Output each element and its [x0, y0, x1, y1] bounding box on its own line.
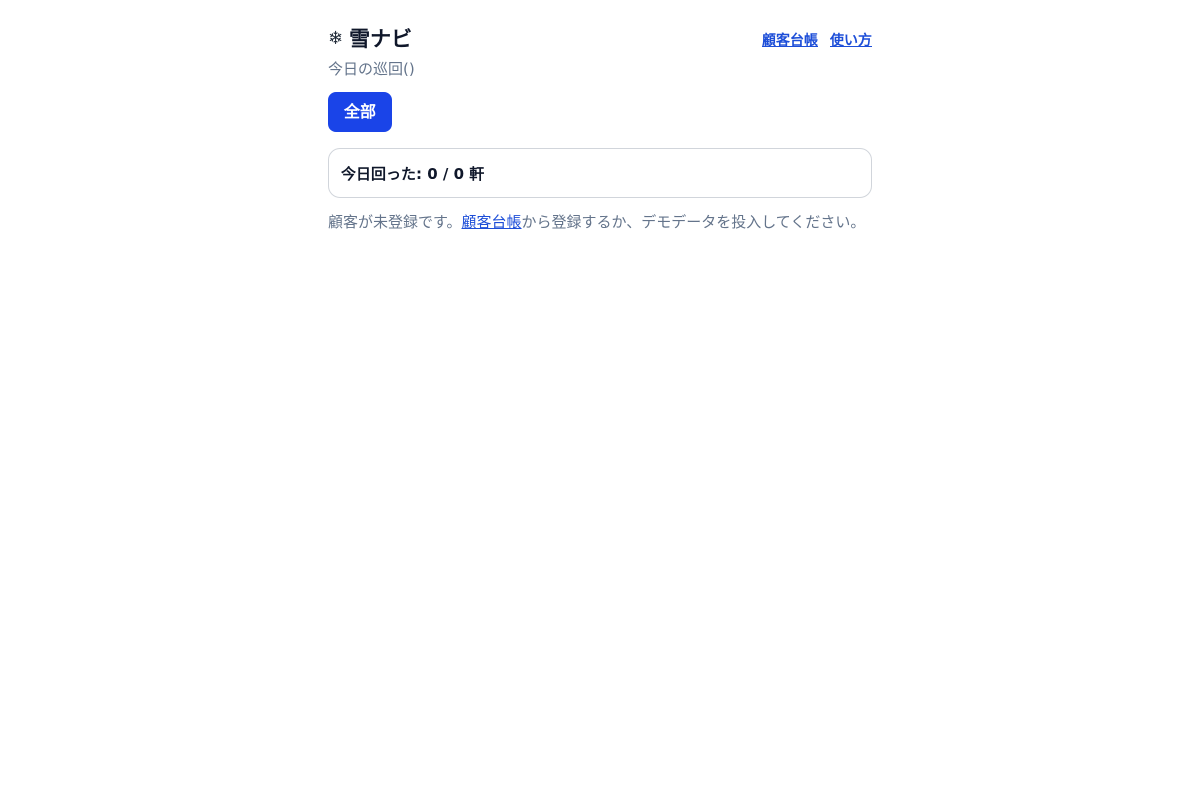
- page-subtitle: 今日の巡回(): [328, 60, 415, 78]
- brand: ❄ 雪ナビ: [328, 26, 412, 52]
- app-container: ❄ 雪ナビ 顧客台帳 使い方 今日の巡回() 全部 今日回った: 0 / 0 軒…: [328, 0, 872, 234]
- snowflake-icon: ❄: [328, 28, 344, 49]
- empty-message: 顧客が未登録です。顧客台帳から登録するか、デモデータを投入してください。: [328, 210, 872, 234]
- nav-link-customer-ledger[interactable]: 顧客台帳: [762, 30, 818, 50]
- empty-message-before: 顧客が未登録です。: [328, 213, 462, 231]
- filter-all-button[interactable]: 全部: [328, 92, 393, 132]
- progress-card: 今日回った: 0 / 0 軒: [328, 148, 872, 198]
- app-header: ❄ 雪ナビ 顧客台帳 使い方: [328, 0, 872, 56]
- customer-ledger-link[interactable]: 顧客台帳: [462, 213, 522, 231]
- empty-message-after: から登録するか、デモデータを投入してください。: [521, 213, 866, 231]
- progress-text: 今日回った: 0 / 0 軒: [341, 164, 485, 183]
- top-nav: 顧客台帳 使い方: [762, 26, 872, 50]
- nav-link-how-to-use[interactable]: 使い方: [830, 30, 872, 50]
- filter-bar: 全部: [328, 92, 872, 132]
- app-title: 雪ナビ: [349, 27, 413, 51]
